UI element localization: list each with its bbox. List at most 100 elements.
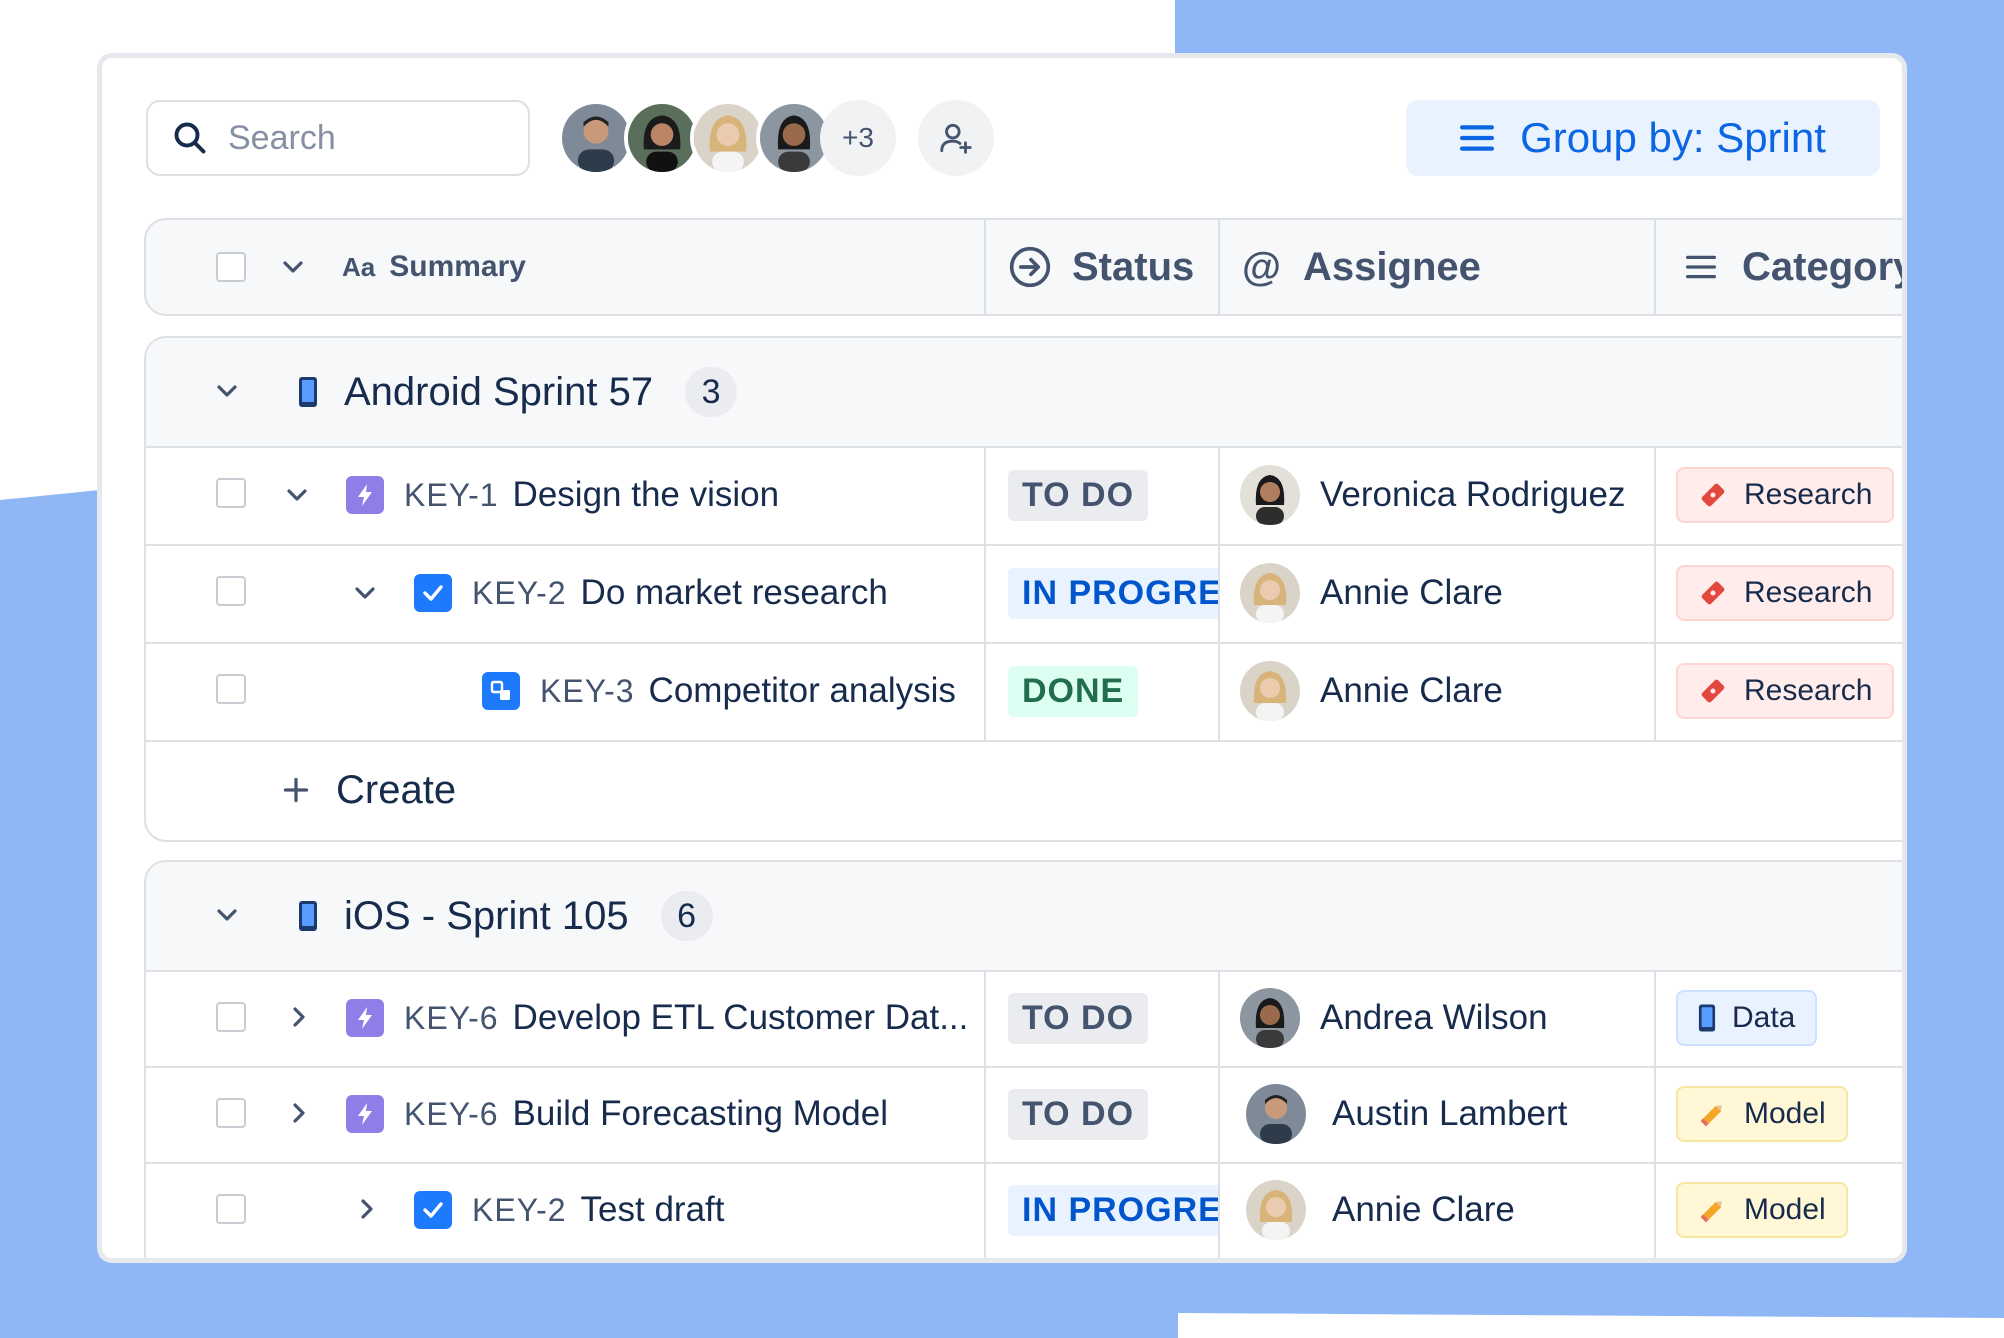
create-issue-row[interactable]: Create — [146, 740, 1902, 840]
status-badge[interactable]: TO DO — [1008, 992, 1149, 1044]
issue-summary[interactable]: Design the vision — [513, 475, 780, 515]
category-tag[interactable]: Research — [1676, 565, 1895, 621]
group-header[interactable]: Android Sprint 57 3 — [146, 338, 1902, 448]
mobile-phone-icon — [299, 377, 317, 407]
category-label: Research — [1744, 576, 1873, 609]
avatar-overflow-count[interactable]: +3 — [820, 100, 896, 176]
group-count-badge: 6 — [660, 891, 713, 941]
search-input[interactable] — [226, 117, 510, 159]
assignee-name[interactable]: Andrea Wilson — [1320, 998, 1548, 1038]
pencil-icon — [1700, 1201, 1722, 1223]
table-header: Aa Summary Status @ Assignee Category — [144, 218, 1902, 316]
chevron-right-icon[interactable] — [292, 1006, 306, 1028]
task-checkbox-icon — [414, 574, 452, 612]
category-label: Research — [1744, 674, 1873, 707]
group-header[interactable]: iOS - Sprint 105 6 — [146, 862, 1902, 972]
assignee-avatar — [1240, 563, 1300, 623]
column-summary-label: Summary — [389, 250, 526, 283]
table-row[interactable]: KEY-1 Design the vision TO DO Veronica R… — [146, 446, 1902, 546]
group-count-badge: 3 — [685, 367, 738, 417]
assignee-avatar — [1240, 988, 1300, 1048]
text-type-icon: Aa — [342, 251, 376, 282]
category-tag[interactable]: Model — [1676, 1086, 1848, 1142]
avatar[interactable] — [558, 100, 634, 176]
row-checkbox[interactable] — [216, 1002, 246, 1032]
group-title: Android Sprint 57 — [344, 369, 654, 414]
assignee-name[interactable]: Austin Lambert — [1332, 1094, 1567, 1134]
category-tag[interactable]: Model — [1676, 1182, 1848, 1238]
assignee-avatar — [1240, 465, 1300, 525]
ticket-icon — [1701, 679, 1725, 703]
table-row[interactable]: KEY-6 Develop ETL Customer Dat... TO DO … — [146, 970, 1902, 1068]
category-tag[interactable]: Research — [1676, 467, 1895, 523]
assignee-name[interactable]: Annie Clare — [1320, 573, 1503, 613]
column-status-label: Status — [1072, 244, 1195, 289]
chevron-right-icon[interactable] — [360, 1198, 374, 1220]
avatar[interactable] — [690, 100, 766, 176]
pencil-icon — [1700, 1105, 1722, 1127]
assignee-name[interactable]: Annie Clare — [1332, 1190, 1515, 1230]
epic-lightning-icon — [346, 999, 384, 1037]
chevron-down-icon[interactable] — [216, 908, 238, 922]
issue-summary[interactable]: Competitor analysis — [649, 671, 956, 711]
epic-lightning-icon — [346, 1095, 384, 1133]
row-checkbox[interactable] — [216, 478, 246, 508]
category-label: Research — [1744, 478, 1873, 511]
avatar[interactable] — [624, 100, 700, 176]
row-checkbox[interactable] — [216, 1098, 246, 1128]
row-checkbox[interactable] — [216, 1194, 246, 1224]
assignee-name[interactable]: Annie Clare — [1320, 671, 1503, 711]
category-tag[interactable]: Data — [1676, 990, 1818, 1046]
category-label: Model — [1744, 1193, 1826, 1226]
issue-table-card: +3 Group by: Sprint Aa Summary — [102, 58, 1902, 1258]
assignee-avatar — [1246, 1180, 1306, 1240]
chevron-down-icon[interactable] — [216, 384, 238, 398]
create-label: Create — [336, 767, 457, 812]
epic-lightning-icon — [346, 476, 384, 514]
status-badge[interactable]: DONE — [1008, 665, 1139, 717]
column-category-label: Category — [1742, 244, 1902, 289]
issue-key[interactable]: KEY-1 — [404, 477, 499, 514]
issue-key[interactable]: KEY-6 — [404, 1096, 499, 1133]
chevron-right-icon[interactable] — [292, 1102, 306, 1124]
status-badge[interactable]: TO DO — [1008, 1088, 1149, 1140]
status-arrow-icon — [1009, 246, 1051, 288]
sprint-group-ios: iOS - Sprint 105 6 KEY-6 Develop ETL Cus… — [144, 860, 1902, 1258]
column-category[interactable]: Category — [1686, 220, 1902, 314]
add-user-button[interactable] — [918, 100, 994, 176]
status-badge[interactable]: IN PROGRESS — [1008, 1184, 1218, 1236]
column-summary[interactable]: Aa Summary — [342, 220, 526, 314]
table-row[interactable]: KEY-2 Test draft IN PROGRESS Annie Clare… — [146, 1162, 1902, 1258]
subtask-icon — [482, 672, 520, 710]
category-tag[interactable]: Research — [1676, 663, 1895, 719]
chevron-down-icon[interactable] — [354, 586, 376, 600]
issue-summary[interactable]: Build Forecasting Model — [513, 1094, 888, 1134]
ticket-icon — [1701, 581, 1725, 605]
select-all-checkbox[interactable] — [216, 252, 246, 282]
chevron-down-icon[interactable] — [282, 260, 304, 274]
issue-summary[interactable]: Test draft — [581, 1190, 725, 1230]
list-icon — [1460, 125, 1495, 151]
issue-summary[interactable]: Do market research — [581, 573, 888, 613]
issue-key[interactable]: KEY-6 — [404, 1000, 499, 1037]
list-icon — [1686, 255, 1716, 279]
issue-key[interactable]: KEY-2 — [472, 575, 567, 612]
table-row[interactable]: KEY-3 Competitor analysis DONE Annie Cla… — [146, 642, 1902, 742]
issue-key[interactable]: KEY-2 — [472, 1192, 567, 1229]
mobile-phone-icon — [1698, 1004, 1716, 1032]
issue-summary[interactable]: Develop ETL Customer Dat... — [513, 998, 969, 1038]
column-assignee[interactable]: @ Assignee — [1242, 220, 1481, 314]
at-sign-icon: @ — [1242, 244, 1282, 289]
column-status[interactable]: Status — [1008, 220, 1194, 314]
table-row[interactable]: KEY-6 Build Forecasting Model TO DO Aust… — [146, 1066, 1902, 1164]
row-checkbox[interactable] — [216, 674, 246, 704]
group-by-button[interactable]: Group by: Sprint — [1406, 100, 1880, 176]
issue-key[interactable]: KEY-3 — [540, 673, 635, 710]
table-row[interactable]: KEY-2 Do market research IN PROGRESS Ann… — [146, 544, 1902, 644]
row-checkbox[interactable] — [216, 576, 246, 606]
assignee-name[interactable]: Veronica Rodriguez — [1320, 475, 1625, 515]
chevron-down-icon[interactable] — [286, 488, 308, 502]
search-box[interactable] — [146, 100, 530, 176]
status-badge[interactable]: TO DO — [1008, 469, 1149, 521]
status-badge[interactable]: IN PROGRESS — [1008, 567, 1218, 619]
